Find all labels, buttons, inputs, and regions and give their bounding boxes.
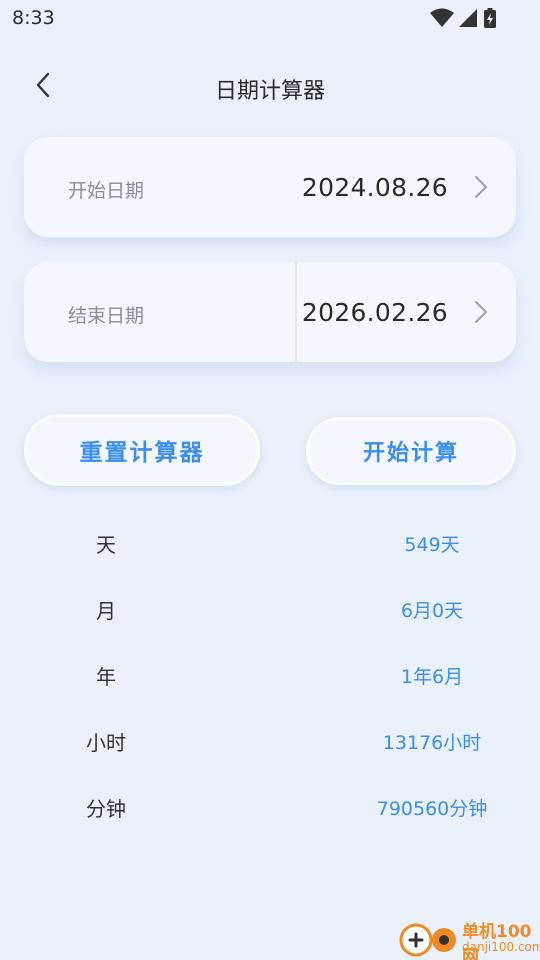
watermark-logo-icon bbox=[399, 923, 456, 957]
result-value: 13176小时 bbox=[382, 732, 482, 754]
status-icons bbox=[430, 8, 500, 28]
result-label: 年 bbox=[96, 665, 116, 689]
result-value: 1年6月 bbox=[400, 666, 464, 688]
battery-charging-icon bbox=[484, 8, 496, 28]
chevron-right-icon bbox=[475, 301, 487, 323]
watermark: 单机100网 danji100.com bbox=[390, 916, 540, 960]
start-date-label: 开始日期 bbox=[68, 180, 145, 202]
result-value: 6月0天 bbox=[400, 600, 464, 622]
wifi-icon bbox=[430, 8, 454, 27]
status-time: 8:33 bbox=[12, 7, 55, 29]
start-date-picker[interactable]: 2024.08.26 bbox=[296, 137, 516, 237]
result-label: 分钟 bbox=[86, 797, 126, 821]
signal-icon bbox=[459, 9, 477, 27]
end-date-card[interactable]: 结束日期 2026.02.26 bbox=[24, 262, 516, 362]
result-value: 790560分钟 bbox=[376, 798, 488, 820]
end-date-label: 结束日期 bbox=[68, 305, 145, 327]
result-row-days: 天 549天 bbox=[0, 521, 540, 561]
start-calculate-button[interactable]: 开始计算 bbox=[306, 417, 516, 485]
app-header: 日期计算器 bbox=[0, 60, 540, 112]
result-label: 天 bbox=[96, 533, 116, 557]
result-row-hours: 小时 13176小时 bbox=[0, 719, 540, 759]
status-bar: 8:33 bbox=[0, 0, 540, 36]
page-title: 日期计算器 bbox=[214, 79, 325, 104]
result-row-years: 年 1年6月 bbox=[0, 653, 540, 693]
result-label: 小时 bbox=[86, 731, 126, 755]
result-label: 月 bbox=[96, 599, 116, 623]
watermark-url: danji100.com bbox=[462, 940, 540, 954]
reset-calculator-button[interactable]: 重置计算器 bbox=[24, 414, 260, 486]
end-date-value: 2026.02.26 bbox=[301, 298, 448, 327]
start-date-value: 2024.08.26 bbox=[301, 173, 448, 202]
result-value: 549天 bbox=[404, 534, 460, 556]
start-date-card[interactable]: 开始日期 2024.08.26 bbox=[24, 137, 516, 237]
chevron-right-icon bbox=[475, 176, 487, 198]
result-row-months: 月 6月0天 bbox=[0, 587, 540, 627]
end-date-picker[interactable]: 2026.02.26 bbox=[295, 262, 516, 362]
result-row-minutes: 分钟 790560分钟 bbox=[0, 785, 540, 825]
